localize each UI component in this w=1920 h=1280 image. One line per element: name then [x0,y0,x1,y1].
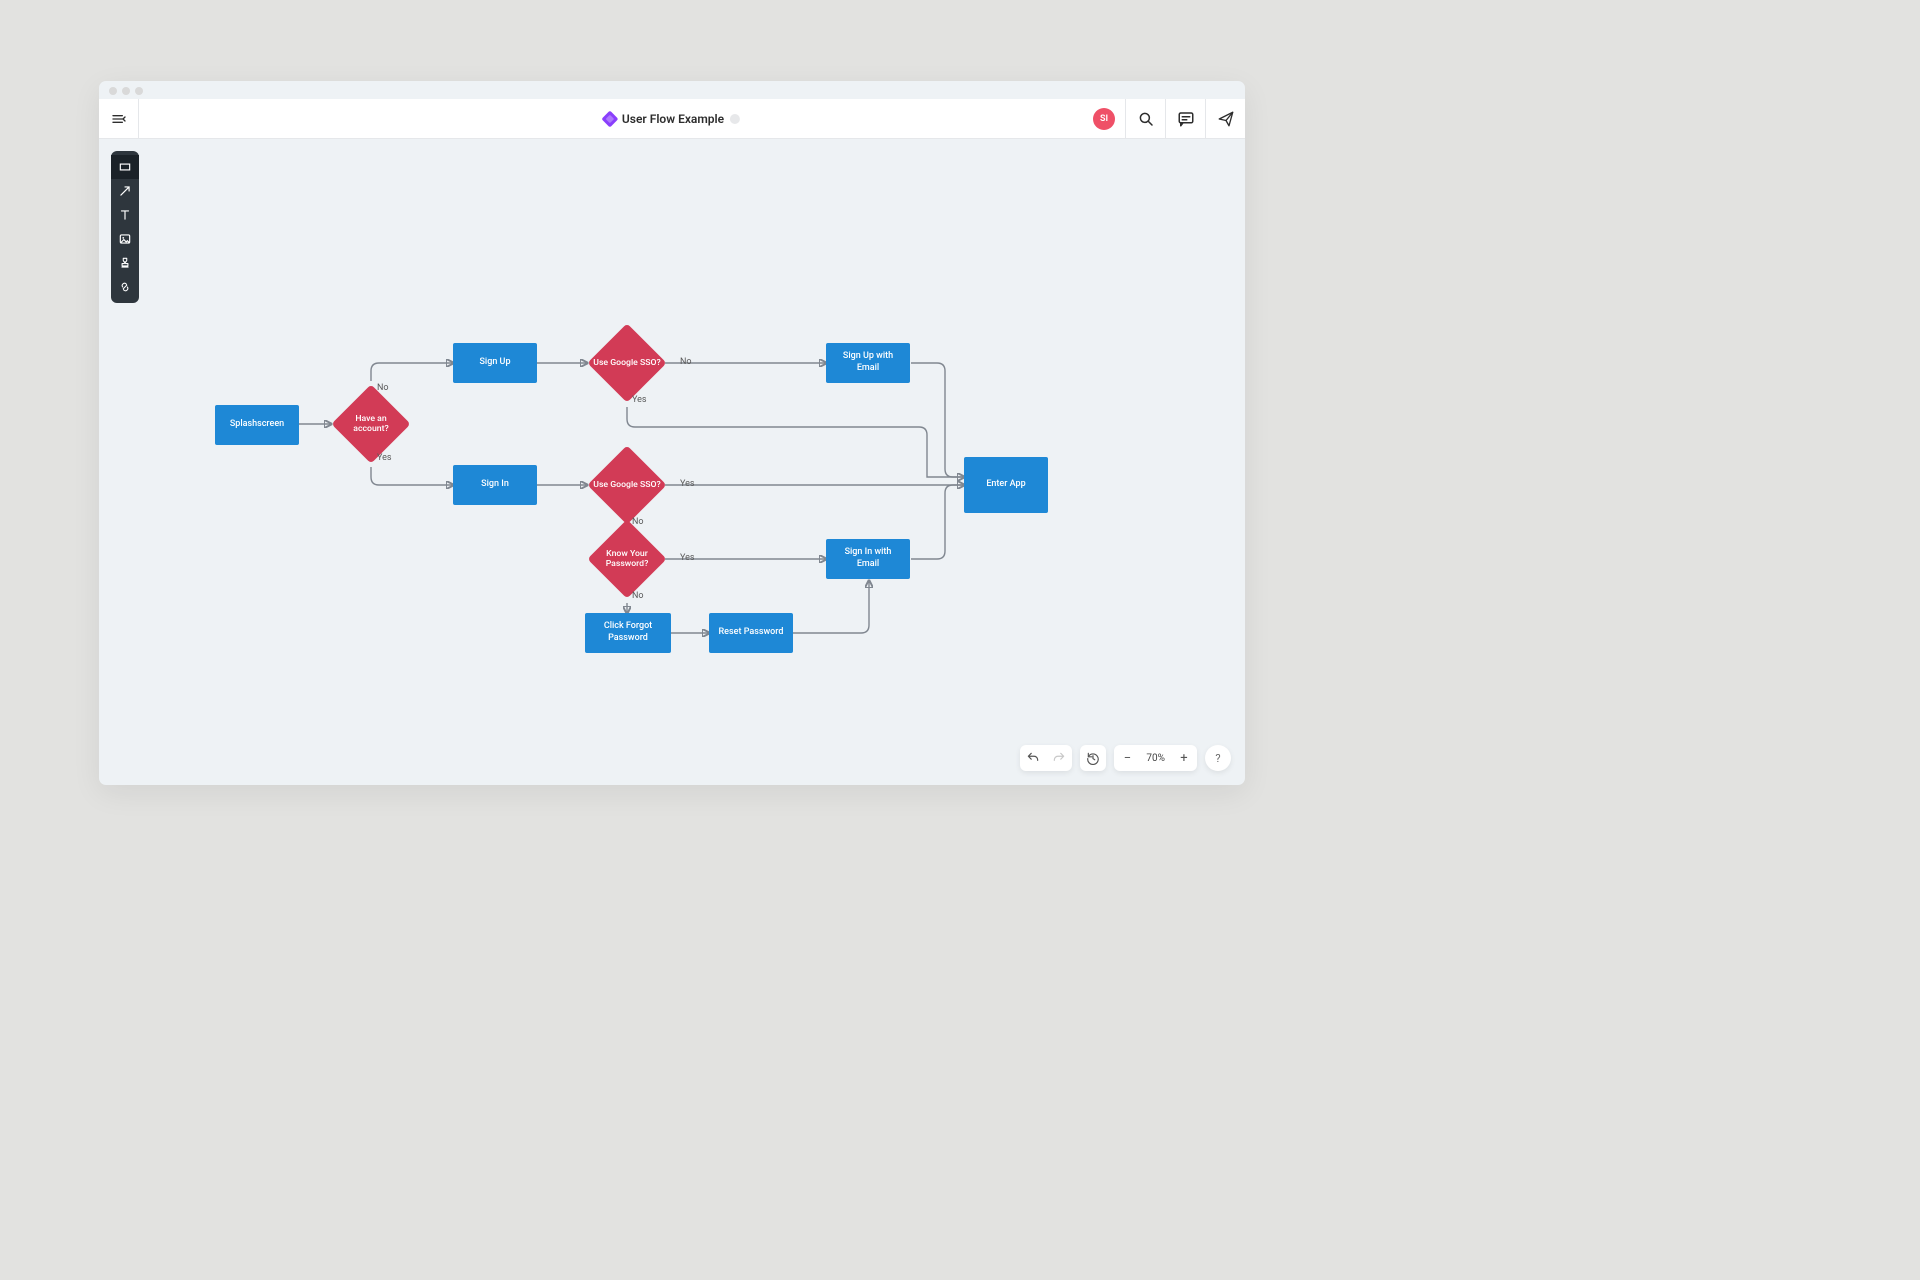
bottom-toolbar: − 70% + ? [1020,745,1231,771]
undo-icon [1026,751,1040,765]
node-know-password[interactable]: Know Your Password? [587,533,667,585]
history-group [1020,745,1072,771]
node-signin-email[interactable]: Sign In with Email [826,539,910,579]
comments-button[interactable] [1165,99,1205,139]
search-button[interactable] [1125,99,1165,139]
logo-icon [601,110,618,127]
traffic-light-minimize[interactable] [122,87,130,95]
edge-label-yes: Yes [680,479,695,489]
node-enter-app[interactable]: Enter App [964,457,1048,513]
redo-icon [1052,751,1066,765]
zoom-out-button[interactable]: − [1114,745,1140,771]
node-have-account[interactable]: Have an account? [331,398,411,450]
undo-button[interactable] [1020,745,1046,771]
edge-label-no: No [632,591,644,601]
node-sso-signup[interactable]: Use Google SSO? [587,337,667,389]
zoom-in-button[interactable]: + [1171,745,1197,771]
edge-label-yes: Yes [680,553,695,563]
node-signup[interactable]: Sign Up [453,343,537,383]
edge-label-no: No [680,357,692,367]
zoom-group: − 70% + [1114,745,1197,771]
node-signup-email[interactable]: Sign Up with Email [826,343,910,383]
history-icon [1086,751,1100,765]
help-button[interactable]: ? [1205,745,1231,771]
version-history-group [1080,745,1106,771]
sync-status-icon [730,114,740,124]
document-title[interactable]: User Flow Example [604,112,740,126]
diagram-canvas[interactable]: Splashscreen Sign Up Sign In Sign Up wit… [99,139,1245,785]
traffic-light-close[interactable] [109,87,117,95]
node-click-forgot[interactable]: Click Forgot Password [585,613,671,653]
node-reset-password[interactable]: Reset Password [709,613,793,653]
comment-icon [1177,110,1195,128]
redo-button[interactable] [1046,745,1072,771]
edge-label-no: No [632,517,644,527]
zoom-value: 70% [1140,753,1171,764]
app-window: User Flow Example SI [99,81,1245,785]
paper-plane-icon [1217,110,1235,128]
window-controls [109,87,143,95]
node-signin[interactable]: Sign In [453,465,537,505]
edge-label-yes: Yes [632,395,647,405]
node-sso-signin[interactable]: Use Google SSO? [587,459,667,511]
search-icon [1137,110,1155,128]
title-text: User Flow Example [622,112,724,126]
header-actions: SI [1093,99,1245,138]
menu-icon [111,111,127,127]
app-header: User Flow Example SI [99,99,1245,139]
avatar[interactable]: SI [1093,108,1115,130]
share-button[interactable] [1205,99,1245,139]
connectors [99,139,1245,785]
traffic-light-zoom[interactable] [135,87,143,95]
menu-button[interactable] [99,99,139,139]
edge-label-yes: Yes [377,453,392,463]
node-splashscreen[interactable]: Splashscreen [215,405,299,445]
history-button[interactable] [1080,745,1106,771]
edge-label-no: No [377,383,389,393]
